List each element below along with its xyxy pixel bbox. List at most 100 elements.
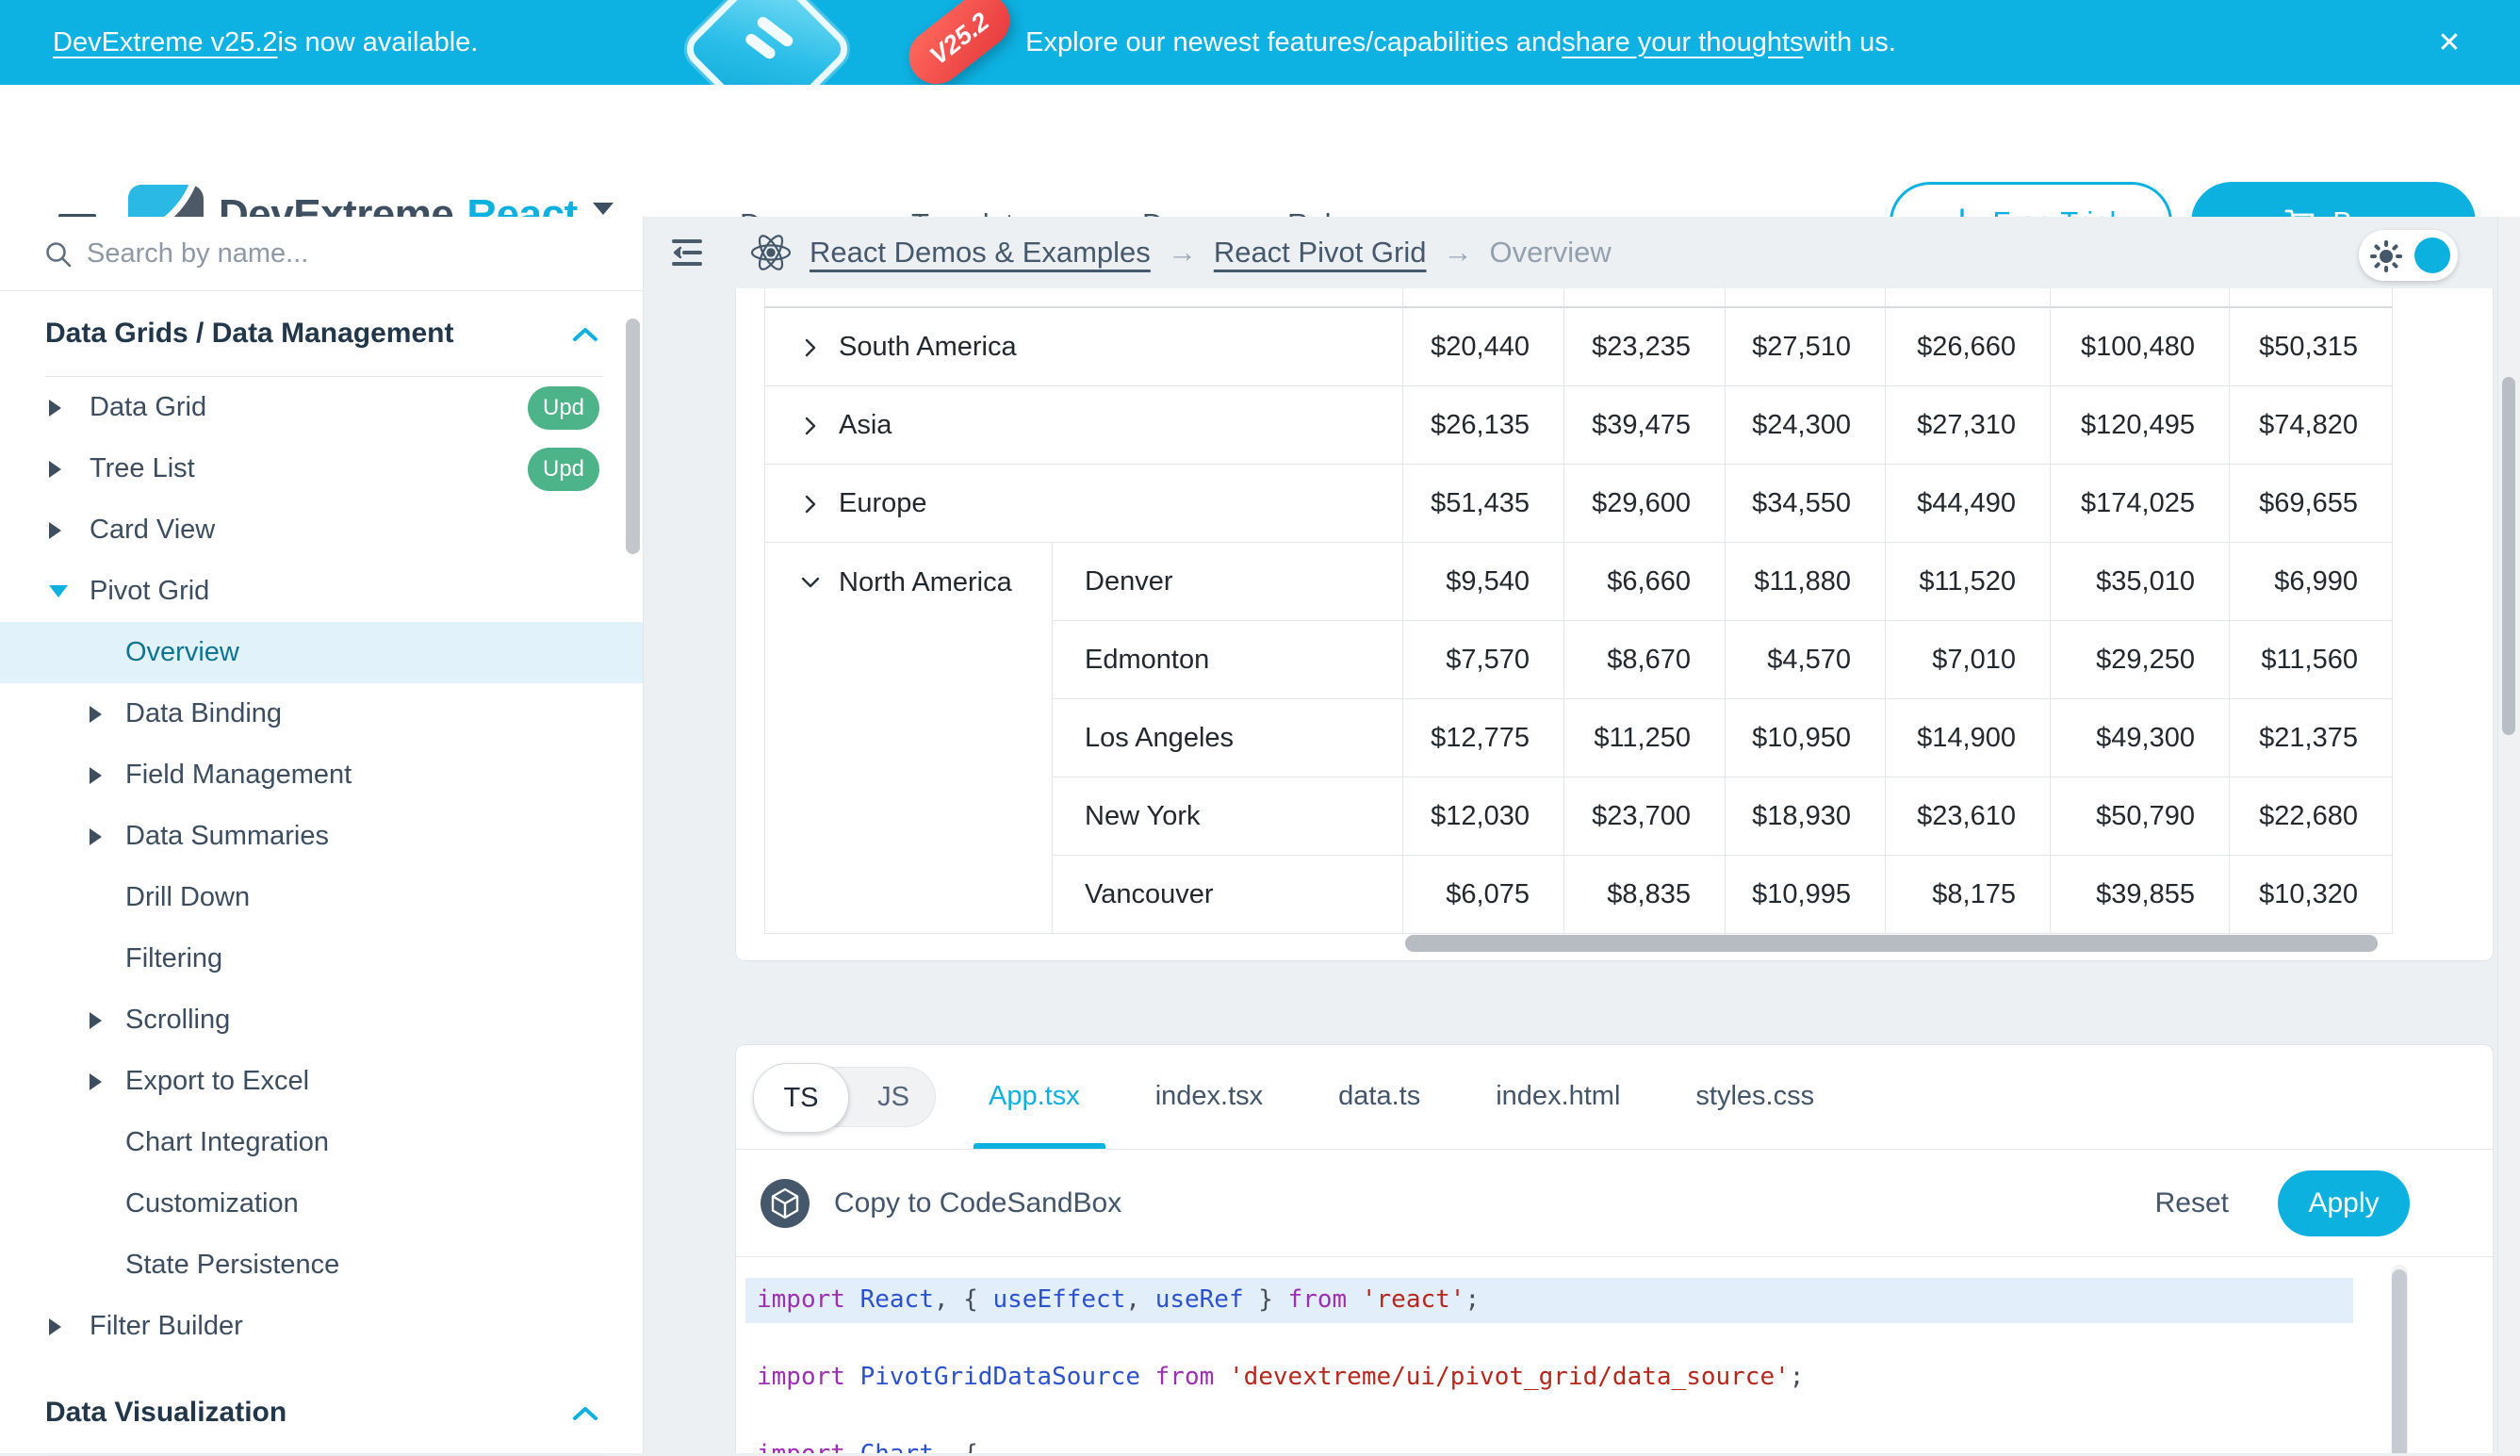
- sidebar-item-filter-builder[interactable]: Filter Builder: [0, 1296, 643, 1357]
- sidebar-scrollbar-thumb[interactable]: [626, 319, 640, 554]
- file-tab-data-ts[interactable]: data.ts: [1338, 1081, 1420, 1112]
- sidebar-item-data-grid[interactable]: Data GridUpd: [0, 377, 643, 438]
- pivot-value-cell: $8,175: [1886, 856, 2051, 934]
- pivot-value-cell: $34,550: [1726, 465, 1886, 543]
- pivot-row-label: Europe: [839, 488, 927, 519]
- sidebar-item-label: Scrolling: [125, 1005, 230, 1036]
- row-expanded-chevron-icon[interactable]: [799, 571, 822, 594]
- pivot-value-cell: $22,680: [2230, 777, 2393, 856]
- sidebar-item-label: Customization: [125, 1188, 299, 1219]
- breadcrumb-bar: React Demos & Examples → React Pivot Gri…: [644, 217, 2520, 288]
- file-tab-app-tsx[interactable]: App.tsx: [989, 1081, 1080, 1112]
- code-actions-row: Copy to CodeSandBox Reset Apply: [736, 1150, 2493, 1256]
- chevron-right-icon: [49, 1318, 61, 1335]
- pivot-value-cell: [1886, 288, 2051, 308]
- code-token: from: [1288, 1285, 1348, 1314]
- pivot-value-cell: $23,235: [1564, 308, 1726, 386]
- pivot-value-cell: [2230, 288, 2393, 308]
- row-collapsed-chevron-icon[interactable]: [799, 415, 822, 437]
- pivot-row-header-cell: [765, 288, 1403, 308]
- pivot-value-cell: $29,250: [2051, 621, 2230, 699]
- announcement-banner: DevExtreme v25.2 is now available. V25.2…: [0, 0, 2520, 85]
- section-header-data-visualization[interactable]: Data Visualization: [0, 1370, 643, 1455]
- pivot-value-cell: $6,660: [1564, 543, 1726, 621]
- pivot-value-cell: $6,075: [1403, 856, 1564, 934]
- pivot-value-cell: [1403, 288, 1564, 308]
- react-icon: [749, 232, 793, 273]
- sidebar-item-overview[interactable]: Overview: [0, 622, 643, 683]
- pivot-value-cell: [1564, 288, 1726, 308]
- file-tab-index-tsx[interactable]: index.tsx: [1155, 1081, 1263, 1112]
- sidebar-item-data-binding[interactable]: Data Binding: [0, 683, 643, 744]
- search-placeholder: Search by name...: [87, 238, 308, 270]
- pivot-row-new-york: New York$12,030$23,700$18,930$23,610$50,…: [1053, 777, 2393, 856]
- language-option-ts[interactable]: TS: [753, 1063, 849, 1133]
- pivot-value-cell: $23,700: [1564, 777, 1726, 856]
- code-scrollbar-thumb[interactable]: [2392, 1269, 2407, 1453]
- sidebar-item-chart-integration[interactable]: Chart Integration: [0, 1112, 643, 1173]
- copy-to-codesandbox-label[interactable]: Copy to CodeSandBox: [834, 1187, 1121, 1219]
- sidebar-item-data-summaries[interactable]: Data Summaries: [0, 806, 643, 867]
- collapse-sidebar-icon[interactable]: [671, 237, 703, 268]
- pivot-row-header-europe[interactable]: Europe: [765, 465, 1403, 543]
- sidebar: Search by name... Data Grids / Data Mana…: [0, 217, 644, 1453]
- sidebar-item-filtering[interactable]: Filtering: [0, 928, 643, 990]
- section-header-data-grids[interactable]: Data Grids / Data Management: [0, 291, 643, 376]
- pivot-value-cell: $39,855: [2051, 856, 2230, 934]
- sun-icon: [2370, 240, 2402, 272]
- pivot-value-cell: $51,435: [1403, 465, 1564, 543]
- sidebar-item-label: Data Grid: [90, 392, 206, 423]
- pivot-row-header-north-america[interactable]: North America: [765, 543, 1053, 934]
- code-token: ,: [1125, 1285, 1154, 1314]
- breadcrumb-link-demos[interactable]: React Demos & Examples: [810, 236, 1151, 270]
- breadcrumb-link-pivot-grid[interactable]: React Pivot Grid: [1214, 236, 1427, 270]
- pivot-value-cell: $23,610: [1886, 777, 2051, 856]
- pivot-row-header-south-america[interactable]: South America: [765, 308, 1403, 386]
- sidebar-item-label: Filter Builder: [90, 1311, 243, 1342]
- sidebar-item-scrolling[interactable]: Scrolling: [0, 990, 643, 1051]
- file-tab-index-html[interactable]: index.html: [1496, 1081, 1620, 1112]
- sidebar-item-pivot-grid[interactable]: Pivot Grid: [0, 561, 643, 622]
- sidebar-item-field-management[interactable]: Field Management: [0, 744, 643, 806]
- sidebar-item-customization[interactable]: Customization: [0, 1173, 643, 1235]
- pivot-city-cell-new-york: New York: [1053, 777, 1403, 856]
- language-option-js[interactable]: JS: [854, 1068, 933, 1126]
- code-line: import React, { useEffect, useRef } from…: [757, 1280, 1480, 1318]
- breadcrumb: React Demos & Examples → React Pivot Gri…: [749, 217, 1612, 288]
- code-token: 'devextreme/ui/pivot_grid/data_source': [1229, 1363, 1790, 1391]
- search-input[interactable]: Search by name...: [0, 217, 643, 291]
- sidebar-item-card-view[interactable]: Card View: [0, 499, 643, 561]
- chevron-right-icon: [90, 828, 102, 845]
- row-collapsed-chevron-icon[interactable]: [799, 493, 822, 515]
- row-collapsed-chevron-icon[interactable]: [799, 336, 822, 359]
- page-scrollbar-thumb[interactable]: [2502, 377, 2515, 735]
- sidebar-item-label: Data Summaries: [125, 821, 329, 852]
- sidebar-item-drill-down[interactable]: Drill Down: [0, 867, 643, 928]
- apply-button[interactable]: Apply: [2278, 1170, 2410, 1236]
- updated-badge: Upd: [528, 448, 599, 491]
- codesandbox-icon[interactable]: [761, 1179, 810, 1228]
- file-tab-styles-css[interactable]: styles.css: [1695, 1081, 1814, 1112]
- pivot-value-cell: $100,480: [2051, 308, 2230, 386]
- code-token: [845, 1285, 860, 1314]
- sidebar-item-state-persistence[interactable]: State Persistence: [0, 1235, 643, 1296]
- pivot-row-denver: Denver$9,540$6,660$11,880$11,520$35,010$…: [1053, 543, 2393, 621]
- sidebar-item-label: Tree List: [90, 453, 195, 484]
- share-your-thoughts-link[interactable]: share your thoughts: [1562, 27, 1803, 58]
- code-editor[interactable]: import React, { useEffect, useRef } from…: [736, 1256, 2493, 1453]
- sidebar-item-export-to-excel[interactable]: Export to Excel: [0, 1051, 643, 1112]
- chevron-right-icon: [90, 1073, 102, 1090]
- sidebar-item-tree-list[interactable]: Tree List Upd: [0, 438, 643, 499]
- pivot-row-header-asia[interactable]: Asia: [765, 386, 1403, 465]
- banner-close-icon[interactable]: ✕: [2430, 23, 2469, 62]
- section-title: Data Visualization: [45, 1397, 286, 1429]
- theme-toggle[interactable]: [2359, 230, 2458, 281]
- pivot-horizontal-scrollbar-thumb[interactable]: [1405, 935, 2378, 952]
- banner-version-link[interactable]: DevExtreme v25.2: [53, 27, 278, 58]
- theme-toggle-knob[interactable]: [2414, 237, 2450, 273]
- language-toggle[interactable]: TS JS: [755, 1067, 936, 1127]
- reset-button[interactable]: Reset: [2155, 1187, 2229, 1219]
- pivot-value-cell: $8,670: [1564, 621, 1726, 699]
- search-icon: [43, 239, 74, 270]
- framework-dropdown-caret-icon[interactable]: [593, 203, 614, 215]
